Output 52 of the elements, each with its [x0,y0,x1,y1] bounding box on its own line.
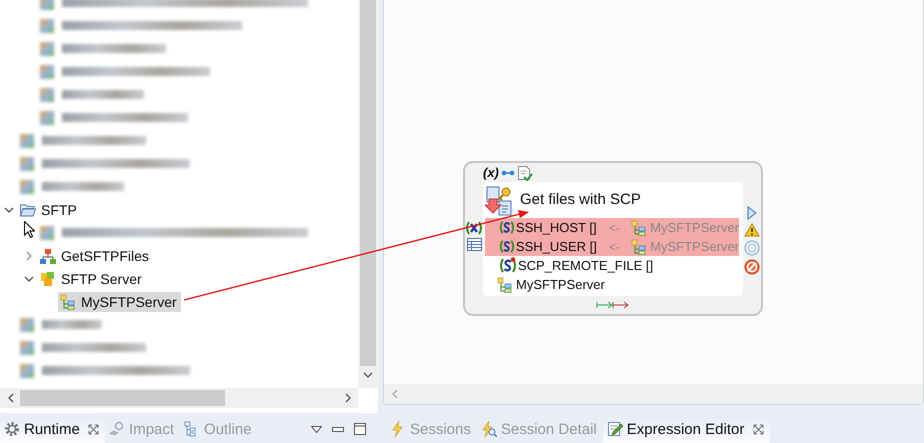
parameter-row[interactable]: SCP_REMOTE_FILE [] [485,256,739,275]
mapping-source: MySFTPServer [650,239,739,254]
stop-icon[interactable] [744,259,760,275]
mapping-arrow: <- [608,240,621,254]
parameter-row[interactable]: SSH_USER [] <- MySFTPServer [485,237,739,256]
lightning-search-icon [480,421,497,437]
scroll-down-icon[interactable] [363,372,373,378]
tree-item[interactable]: SFTP Server [38,268,146,288]
document-check-icon[interactable] [516,164,533,180]
gear-icon [4,421,20,437]
tree-item[interactable]: GetSFTPFiles [38,246,153,266]
resource-icon [631,238,648,254]
variable-icon[interactable] [466,221,482,235]
parameter-name: SSH_USER [] [516,239,598,254]
mouse-cursor-icon [24,221,35,238]
magnifier-icon [109,421,126,437]
resource-name: MySFTPServer [516,277,605,292]
variables-label[interactable]: (x) [483,165,499,180]
mapping-arrow: <- [608,220,621,234]
parameter-name: SSH_HOST [] [516,220,598,235]
expand-toggle[interactable] [24,274,34,284]
maximize-icon[interactable] [354,423,366,435]
vertical-scrollbar[interactable] [358,0,378,388]
horizontal-scrollbar[interactable] [384,384,923,404]
folder-icon [20,202,36,216]
tree-item[interactable]: MySFTPServer [58,292,181,312]
close-icon[interactable] [752,424,764,434]
minimize-icon[interactable] [332,426,344,432]
table-icon[interactable] [466,238,482,251]
expand-toggle[interactable] [4,204,14,214]
node-title: Get files with SCP [520,190,641,208]
parameter-row[interactable]: SSH_HOST [] <- MySFTPServer [485,218,739,237]
view-menu-icon[interactable] [311,426,322,432]
mapping-source: MySFTPServer [650,220,739,235]
warning-icon[interactable] [744,223,760,237]
transition-arrows-icon[interactable] [596,301,630,309]
activity-node[interactable]: (x) Get files with SCP SSH_HOST [] <- MySFTPServer SSH_USER [] <- MySFTPServer SCP_REMOTE_FILE [] MySFTPServer [463,161,763,316]
horizontal-scrollbar[interactable] [0,388,358,408]
resource-icon [497,276,513,292]
scroll-right-icon[interactable] [344,393,352,403]
resource-group-icon [40,270,56,286]
close-icon[interactable] [88,424,100,434]
tree-item[interactable]: SFTP [18,200,81,220]
hierarchy-icon [40,248,56,264]
edit-document-icon [606,421,623,437]
expand-toggle[interactable] [24,250,34,260]
resource-icon [631,220,648,236]
link-icon[interactable] [500,168,515,176]
scroll-left-icon[interactable] [6,393,14,403]
parameter-name: SCP_REMOTE_FILE [] [518,258,654,273]
play-icon[interactable] [747,206,757,220]
resource-icon [60,294,76,310]
